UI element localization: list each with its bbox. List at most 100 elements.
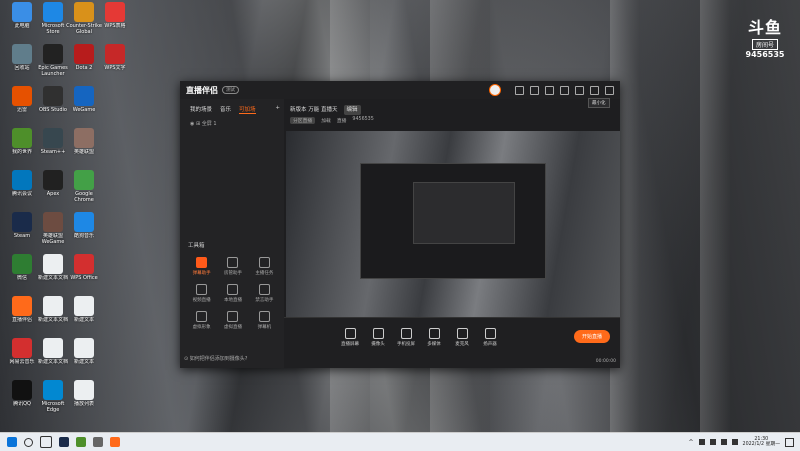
control-label: 多媒体	[420, 341, 448, 347]
clock[interactable]: 21:30 2022/1/2 星期一	[743, 437, 780, 448]
desktop-icon-label: WPS文字	[97, 65, 133, 77]
control-button[interactable]: 麦克风	[448, 328, 476, 347]
app-icon	[105, 44, 125, 64]
app-title: 直播伴侣	[186, 85, 218, 96]
app-icon	[12, 380, 32, 400]
search-icon[interactable]	[24, 438, 33, 447]
control-button[interactable]: 直播屏幕	[336, 328, 364, 347]
category-chip[interactable]: 分区直播	[290, 117, 315, 124]
desktop-icon[interactable]: Google Chrome	[66, 170, 102, 203]
task-view-icon[interactable]	[40, 436, 52, 448]
volume-icon[interactable]	[732, 439, 738, 445]
tool-item[interactable]: 弹幕机	[249, 311, 280, 330]
app-icon	[74, 254, 94, 274]
tool-icon	[227, 311, 238, 322]
tool-item[interactable]: 主播任务	[249, 257, 280, 276]
tool-icon	[196, 311, 207, 322]
douyu-logo: 斗鱼	[740, 14, 790, 38]
desktop-icon-label: 酷狗音乐	[66, 233, 102, 245]
tool-item[interactable]: 房管助手	[217, 257, 248, 276]
tab-music[interactable]: 音乐	[220, 105, 231, 114]
app-icon	[105, 2, 125, 22]
live-timer: 00:00:00	[596, 359, 616, 364]
close-icon[interactable]	[605, 86, 614, 95]
chevron-up-icon[interactable]: ^	[689, 439, 694, 446]
info-a: 加载	[321, 117, 331, 124]
control-button[interactable]: 摄像头	[364, 328, 392, 347]
desktop-icon[interactable]: 播放列表	[66, 380, 102, 413]
room-number: 9456535	[740, 50, 790, 59]
app-icon	[74, 128, 94, 148]
douyu-watermark: 斗鱼 房间号 9456535	[740, 14, 790, 59]
message-icon[interactable]	[515, 86, 524, 95]
desktop-icon-label: 新建文本	[66, 359, 102, 371]
taskbar-app-icon[interactable]	[110, 437, 120, 447]
taskbar-steam-icon[interactable]	[59, 437, 69, 447]
app-icon	[43, 296, 63, 316]
tool-icon	[196, 257, 207, 268]
stream-preview[interactable]	[286, 131, 620, 319]
stream-title[interactable]: 新版本 万能 直播天	[290, 105, 338, 115]
tool-item[interactable]: 禁言助手	[249, 284, 280, 303]
tool-item[interactable]: 本地直播	[217, 284, 248, 303]
start-live-button[interactable]: 开始直播	[574, 330, 610, 343]
help-hint[interactable]: ⊙ 如何把伴侣添加到摄像头?	[184, 355, 247, 362]
app-icon	[12, 2, 32, 22]
tab-add[interactable]: 可加场	[239, 105, 256, 114]
toolbox-grid: 弹幕助手房管助手主播任务视频直播本地直播禁言助手虚拟形象虚拟直播弹幕机	[186, 257, 280, 330]
app-icon	[12, 170, 32, 190]
help-hint-text: 如何把伴侣添加到摄像头?	[190, 356, 248, 362]
control-label: 手机投屏	[392, 341, 420, 347]
minimize-icon[interactable]	[575, 86, 584, 95]
desktop-icon-label: WPS表格	[97, 23, 133, 35]
avatar[interactable]	[489, 84, 501, 96]
menu-icon[interactable]	[560, 86, 569, 95]
app-icon	[74, 296, 94, 316]
gift-icon[interactable]	[530, 86, 539, 95]
tool-item[interactable]: 虚拟形象	[186, 311, 217, 330]
control-icon	[345, 328, 356, 339]
maximize-icon[interactable]	[590, 86, 599, 95]
tool-icon	[227, 257, 238, 268]
control-label: 摄像头	[364, 341, 392, 347]
network-icon[interactable]	[721, 439, 727, 445]
desktop-icon[interactable]: 新建文本	[66, 338, 102, 371]
taskbar-minecraft-icon[interactable]	[76, 437, 86, 447]
version-badge[interactable]: 测试	[222, 86, 239, 94]
windows-icon[interactable]	[7, 437, 17, 447]
tool-item[interactable]: 虚拟直播	[217, 311, 248, 330]
desktop-icon[interactable]: 新建文本	[66, 296, 102, 329]
taskbar-settings-icon[interactable]	[93, 437, 103, 447]
edit-chip[interactable]: 编辑	[344, 105, 361, 115]
control-button[interactable]: 手机投屏	[392, 328, 420, 347]
desktop-icon[interactable]: 英雄联盟	[66, 128, 102, 161]
tray-icon[interactable]	[699, 439, 705, 445]
room-label: 房间号	[752, 39, 778, 50]
desktop-icon-label: Google Chrome	[66, 191, 102, 203]
desktop-icon[interactable]: 酷狗音乐	[66, 212, 102, 245]
tool-label: 虚拟形象	[186, 324, 217, 330]
tab-scenes[interactable]: 我的场景	[190, 105, 212, 114]
tool-label: 本地直播	[217, 297, 248, 303]
desktop-icon[interactable]: WPS Office	[66, 254, 102, 287]
titlebar: 直播伴侣 测试	[180, 81, 620, 99]
add-scene-icon[interactable]: +	[275, 105, 280, 114]
scene-item[interactable]: ◉ ⊞ 全屏 1	[180, 117, 284, 130]
tool-icon	[259, 311, 270, 322]
app-icon	[74, 212, 94, 232]
settings-icon[interactable]	[545, 86, 554, 95]
notification-icon[interactable]	[785, 438, 794, 447]
desktop-icon[interactable]: WPS文字	[97, 44, 133, 77]
tool-item[interactable]: 视频直播	[186, 284, 217, 303]
app-icon	[43, 2, 63, 22]
app-icon	[12, 86, 32, 106]
control-button[interactable]: 多媒体	[420, 328, 448, 347]
tool-item[interactable]: 弹幕助手	[186, 257, 217, 276]
app-icon	[74, 86, 94, 106]
control-button[interactable]: 扬声器	[476, 328, 504, 347]
app-icon	[43, 212, 63, 232]
taskbar: ^ 21:30 2022/1/2 星期一	[0, 432, 800, 451]
desktop-icon[interactable]: WeGame	[66, 86, 102, 119]
desktop-icon[interactable]: WPS表格	[97, 2, 133, 35]
tray-icon[interactable]	[710, 439, 716, 445]
